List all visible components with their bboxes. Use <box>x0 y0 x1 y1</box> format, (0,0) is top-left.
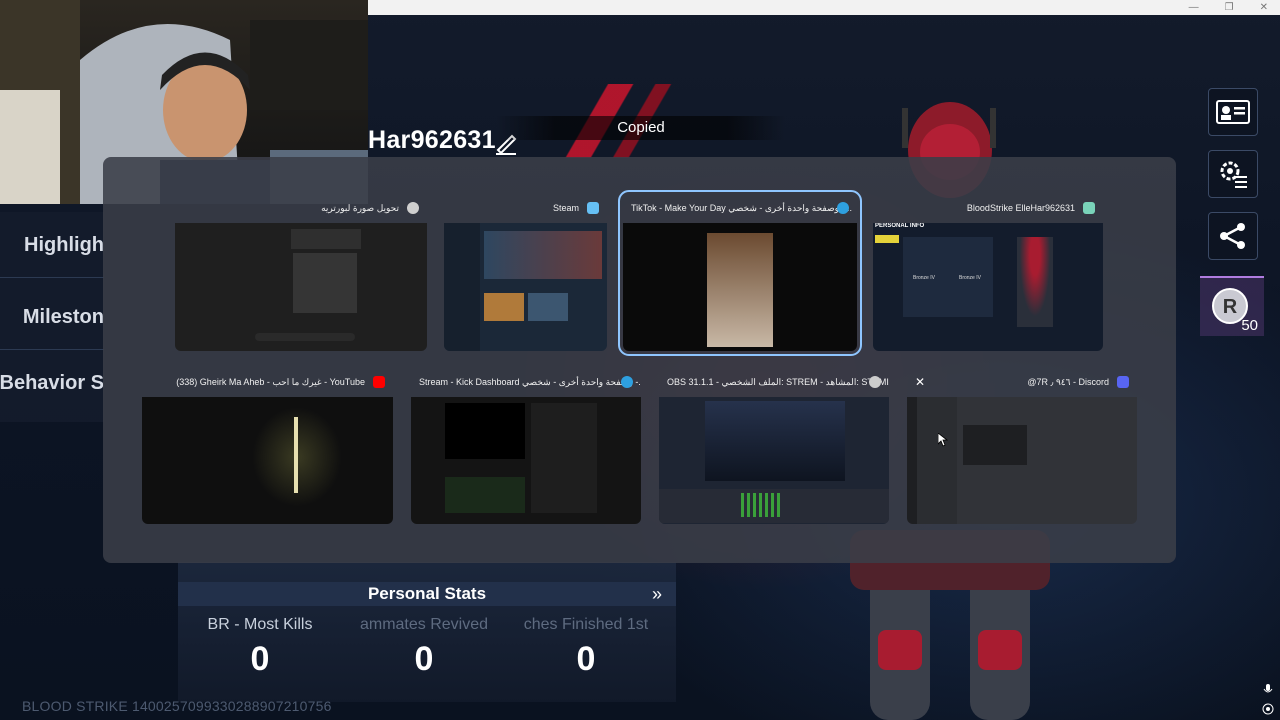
window-card-bloodstrike[interactable]: BloodStrike ElleHar962631 PERSONAL INFO … <box>873 195 1103 351</box>
player-name: Har962631 <box>368 126 496 154</box>
double-chevron-right-icon[interactable]: » <box>652 584 662 605</box>
stat-most-kills: BR - Most Kills 0 <box>207 616 313 678</box>
menu-item-behavior-score[interactable]: Behavior S <box>0 350 104 416</box>
window-titlebar: — ❐ ✕ <box>368 0 1280 15</box>
copied-toast: Copied <box>496 116 786 140</box>
menu-item-highlights[interactable]: Highligh <box>0 212 104 278</box>
bloodstrike-icon <box>1083 202 1095 214</box>
gear-icon <box>1220 161 1247 188</box>
window-thumbnail <box>907 397 1137 524</box>
profile-side-menu: Highligh Mileston Behavior S <box>0 212 104 422</box>
discord-icon <box>1117 376 1129 388</box>
minimize-icon[interactable]: — <box>1189 0 1199 15</box>
window-thumbnail <box>175 223 427 351</box>
steam-icon <box>587 202 599 214</box>
game-footer-id: BLOOD STRIKE 1400257099330288907210756 <box>22 698 332 714</box>
obs-icon <box>869 376 881 388</box>
window-thumbnail <box>142 397 393 524</box>
window-thumbnail <box>659 397 889 524</box>
settings-button[interactable] <box>1208 150 1258 198</box>
mouse-cursor-icon <box>938 433 948 447</box>
window-card-youtube[interactable]: (338) Gheirk Ma Aheb - غيرك ما احب - You… <box>142 369 393 524</box>
microphone-icon[interactable] <box>1262 684 1274 696</box>
rank-badge[interactable]: R 50 <box>1200 276 1264 336</box>
window-thumbnail <box>411 397 641 524</box>
target-icon[interactable] <box>1262 703 1274 715</box>
window-card-steam[interactable]: Steam <box>444 195 607 351</box>
youtube-icon <box>373 376 385 388</box>
window-thumbnail <box>623 223 857 351</box>
maximize-icon[interactable]: ❐ <box>1225 0 1234 15</box>
profile-card-button[interactable] <box>1208 88 1258 136</box>
window-thumbnail <box>444 223 607 351</box>
menu-item-milestones[interactable]: Mileston <box>0 284 104 350</box>
edge-icon <box>837 202 849 214</box>
personal-stats-title: Personal Stats <box>178 582 676 606</box>
window-card-tiktok[interactable]: TikTok - Make Your Day وصفحة واحدة أخرى … <box>618 190 862 356</box>
close-window-icon[interactable]: ✕ <box>915 374 925 390</box>
openai-icon <box>407 202 419 214</box>
window-thumbnail: PERSONAL INFO Bronze IV Bronze IV <box>873 223 1103 351</box>
share-icon <box>1220 223 1245 249</box>
edge-icon <box>621 376 633 388</box>
share-button[interactable] <box>1208 212 1258 260</box>
close-icon[interactable]: ✕ <box>1260 0 1268 15</box>
window-card-kick[interactable]: Stream - Kick Dashboard وصفحة واحدة أخرى… <box>411 369 641 524</box>
stat-teammates-revived: ammates Revived 0 <box>359 616 489 678</box>
window-card-obs[interactable]: OBS 31.1.1 - الملف الشخصي: STREM - المشا… <box>659 369 889 524</box>
rank-level: 50 <box>1241 317 1258 334</box>
stat-matches-finished-first: ches Finished 1st 0 <box>523 616 649 678</box>
id-card-icon <box>1216 100 1250 124</box>
svg-text:R: R <box>1223 296 1238 318</box>
window-card-chatgpt[interactable]: تحويل صورة لبورتريه <box>175 195 427 351</box>
